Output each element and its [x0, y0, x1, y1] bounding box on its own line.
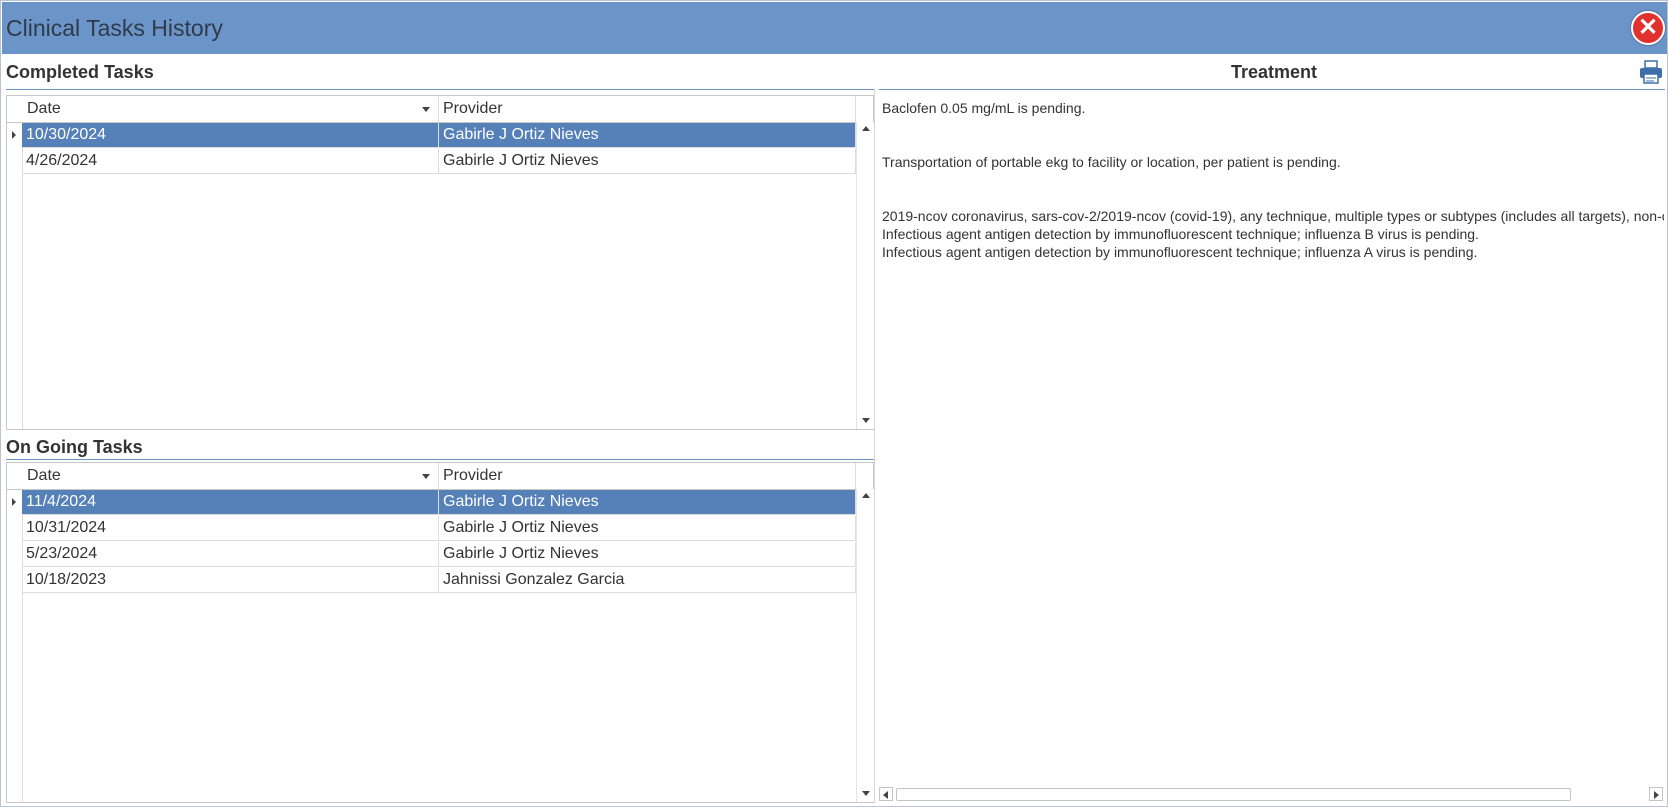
row-indicator-column: [7, 96, 23, 429]
current-row-indicator-icon: [12, 498, 16, 506]
treatment-line: Infectious agent antigen detection by im…: [882, 244, 1478, 260]
treatment-underline: [879, 89, 1665, 90]
window-title: Clinical Tasks History: [6, 15, 223, 41]
provider-cell: Gabirle J Ortiz Nieves: [439, 542, 856, 567]
close-icon: ✕: [1637, 14, 1659, 41]
table-row[interactable]: 5/23/2024 Gabirle J Ortiz Nieves: [22, 542, 856, 567]
column-header-provider[interactable]: Provider: [439, 96, 856, 122]
provider-cell: Gabirle J Ortiz Nieves: [439, 516, 856, 541]
row-indicator-column: [7, 463, 23, 802]
completed-tasks-underline: [6, 89, 874, 90]
table-row[interactable]: 10/31/2024 Gabirle J Ortiz Nieves: [22, 516, 856, 541]
ongoing-tasks-grid[interactable]: Date Provider 11/4/2024 Gabirle J Ortiz N…: [6, 462, 874, 803]
panel-divider: [874, 89, 875, 803]
table-row[interactable]: 11/4/2024 Gabirle J Ortiz Nieves: [22, 490, 856, 515]
scroll-down-icon[interactable]: [862, 791, 870, 796]
close-button[interactable]: ✕: [1631, 11, 1665, 45]
date-cell: 10/30/2024: [22, 123, 439, 148]
scroll-right-button[interactable]: [1649, 787, 1663, 801]
ongoing-tasks-title: On Going Tasks: [6, 437, 143, 457]
treatment-line: Transportation of portable ekg to facili…: [882, 154, 1341, 170]
provider-cell: Gabirle J Ortiz Nieves: [439, 149, 856, 174]
vertical-scrollbar[interactable]: [856, 122, 874, 429]
clinical-tasks-history-window: Clinical Tasks History ✕ Completed Tasks…: [0, 0, 1668, 807]
table-row[interactable]: 10/30/2024 Gabirle J Ortiz Nieves: [22, 123, 856, 148]
provider-cell: Gabirle J Ortiz Nieves: [439, 123, 856, 148]
completed-tasks-grid[interactable]: Date Provider 10/30/2024 Gabirle J Ortiz …: [6, 95, 874, 430]
scroll-up-icon[interactable]: [862, 493, 870, 498]
sort-dropdown-icon[interactable]: [422, 107, 430, 112]
printer-icon: [1640, 60, 1662, 84]
column-header-provider[interactable]: Provider: [439, 463, 856, 489]
provider-cell: Gabirle J Ortiz Nieves: [439, 490, 856, 515]
horizontal-scrollbar[interactable]: [879, 787, 1665, 803]
treatment-line: [882, 135, 1664, 153]
date-cell: 4/26/2024: [22, 149, 439, 174]
date-cell: 5/23/2024: [22, 542, 439, 567]
ongoing-tasks-underline: [6, 459, 874, 460]
scroll-down-icon[interactable]: [862, 418, 870, 423]
chevron-left-icon: [883, 791, 888, 799]
current-row-indicator-icon: [12, 131, 16, 139]
treatment-line: 2019-ncov coronavirus, sars-cov-2/2019-n…: [882, 208, 1664, 224]
grid-header: Date Provider: [7, 96, 856, 123]
scrollbar-thumb[interactable]: [896, 788, 1571, 801]
column-header-date[interactable]: Date: [23, 96, 439, 122]
date-cell: 11/4/2024: [22, 490, 439, 515]
column-header-date[interactable]: Date: [23, 463, 439, 489]
chevron-right-icon: [1654, 791, 1659, 799]
scroll-up-icon[interactable]: [862, 126, 870, 131]
treatment-line: [882, 117, 1664, 135]
provider-cell: Jahnissi Gonzalez Garcia: [439, 568, 856, 593]
sort-dropdown-icon[interactable]: [422, 474, 430, 479]
treatment-line: Infectious agent antigen detection by im…: [882, 226, 1479, 242]
scroll-left-button[interactable]: [879, 787, 893, 801]
title-bar: Clinical Tasks History ✕: [2, 2, 1667, 54]
treatment-line: [882, 189, 1664, 207]
vertical-scrollbar[interactable]: [856, 489, 874, 802]
table-row[interactable]: 10/18/2023 Jahnissi Gonzalez Garcia: [22, 568, 856, 593]
print-button[interactable]: [1638, 59, 1664, 85]
treatment-line: [882, 171, 1664, 189]
table-row[interactable]: 4/26/2024 Gabirle J Ortiz Nieves: [22, 149, 856, 174]
treatment-text: Baclofen 0.05 mg/mL is pending. Transport…: [882, 99, 1664, 261]
treatment-line: Baclofen 0.05 mg/mL is pending.: [882, 100, 1086, 116]
treatment-title: Treatment: [1231, 62, 1318, 82]
completed-tasks-title: Completed Tasks: [6, 62, 154, 82]
date-cell: 10/31/2024: [22, 516, 439, 541]
grid-header: Date Provider: [7, 463, 856, 490]
date-cell: 10/18/2023: [22, 568, 439, 593]
